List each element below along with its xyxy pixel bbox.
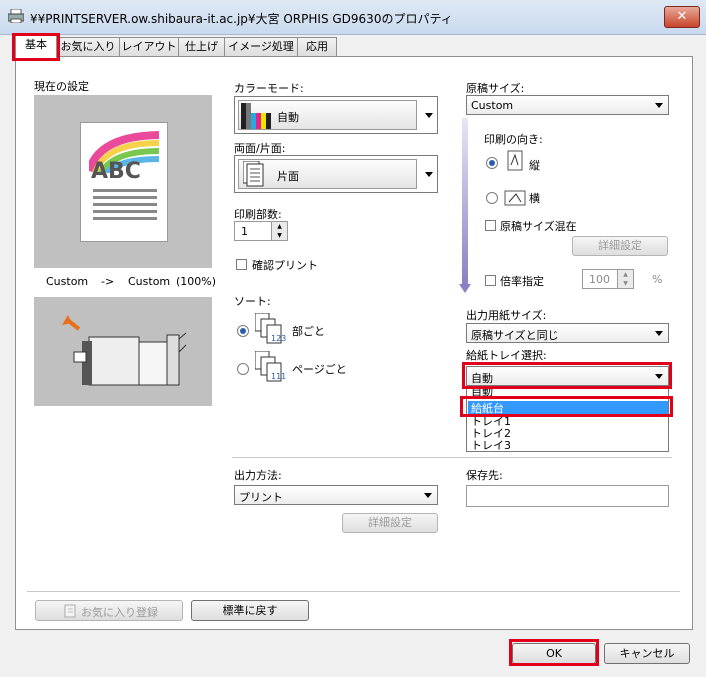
tab-basic[interactable]: 基本: [15, 35, 57, 58]
mixed-sizes-label: 原稿サイズ混在: [500, 220, 577, 233]
save-to-label: 保存先:: [466, 469, 503, 482]
orientation-portrait-radio[interactable]: [486, 157, 498, 169]
current-size-arrow: ->: [101, 275, 115, 288]
sort-collate-label: 部ごと: [292, 325, 325, 338]
output-detail-button[interactable]: 詳細設定: [342, 513, 438, 533]
close-button[interactable]: ✕: [664, 6, 700, 28]
tab-finishing[interactable]: 仕上げ: [178, 37, 225, 57]
spin-up-icon[interactable]: ▲: [271, 222, 287, 231]
duplex-select[interactable]: 片面: [234, 155, 438, 193]
original-size-label: 原稿サイズ:: [466, 82, 525, 95]
duplex-label: 両面/片面:: [234, 142, 286, 155]
original-size-value: Custom: [471, 99, 514, 112]
page-preview: ABC: [80, 122, 168, 242]
chevron-down-icon: [425, 172, 433, 177]
separator: [232, 457, 672, 458]
favorite-icon: [64, 604, 76, 618]
color-mode-select[interactable]: 自動: [234, 96, 438, 134]
tray-label: 給紙トレイ選択:: [466, 349, 547, 362]
save-to-field[interactable]: [466, 485, 669, 507]
spin-up-icon[interactable]: ▲: [617, 270, 633, 279]
paper-size-label: 出力用紙サイズ:: [466, 309, 547, 322]
zoom-value: 100: [589, 273, 610, 286]
mixed-sizes-checkbox[interactable]: [485, 220, 496, 231]
window-title: ¥¥PRINTSERVER.ow.shibaura-it.ac.jp¥大宮 OR…: [30, 12, 453, 26]
portrait-icon: [507, 150, 523, 171]
orientation-portrait-label: 縦: [529, 159, 540, 172]
current-settings-label: 現在の設定: [34, 80, 89, 93]
favorite-register-label: お気に入り登録: [81, 606, 158, 619]
chevron-down-icon: [425, 113, 433, 118]
spin-down-icon[interactable]: ▼: [271, 231, 287, 240]
color-mode-icon: [241, 103, 271, 129]
printer-preview: [34, 297, 212, 406]
duplex-value: 片面: [277, 170, 299, 183]
flow-arrow-shaft: [462, 118, 468, 286]
tray-dropdown-list: 自動 給紙台 トレイ1 トレイ2 トレイ3: [466, 388, 669, 452]
orientation-landscape-label: 横: [529, 192, 540, 205]
tab-image-processing[interactable]: イメージ処理: [224, 37, 298, 57]
current-size-from: Custom: [46, 275, 89, 288]
output-method-value: プリント: [239, 491, 283, 504]
favorite-register-button[interactable]: お気に入り登録: [35, 600, 183, 621]
svg-text:123: 123: [271, 334, 286, 343]
collate-icon: 123: [255, 313, 286, 344]
reset-defaults-button[interactable]: 標準に戻す: [191, 600, 309, 621]
printer-icon: [7, 8, 25, 24]
zoom-checkbox[interactable]: [485, 275, 496, 286]
paper-size-value: 原稿サイズと同じ: [471, 329, 559, 342]
sort-label: ソート:: [234, 295, 271, 308]
current-scale: (100%): [176, 275, 217, 288]
copies-spinner[interactable]: 1 ▲ ▼: [234, 221, 288, 241]
separator: [27, 591, 680, 592]
spin-down-icon[interactable]: ▼: [617, 279, 633, 288]
output-method-select[interactable]: プリント: [234, 485, 438, 505]
page-sort-icon: 111: [255, 351, 286, 382]
landscape-icon: [504, 190, 526, 206]
chevron-down-icon: [655, 103, 663, 108]
preview-abc-text: ABC: [91, 159, 141, 184]
tray-value: 自動: [471, 372, 493, 385]
tray-option-feed-table[interactable]: 給紙台: [468, 401, 668, 416]
zoom-label: 倍率指定: [500, 275, 544, 288]
tray-select[interactable]: 自動: [466, 366, 669, 386]
orientation-label: 印刷の向き:: [484, 133, 543, 146]
sort-page-label: ページごと: [292, 363, 347, 376]
output-method-label: 出力方法:: [234, 469, 282, 482]
printer-machine-icon: [62, 315, 187, 386]
color-mode-value: 自動: [277, 111, 299, 124]
svg-text:111: 111: [271, 372, 286, 381]
tab-advanced[interactable]: 応用: [297, 37, 337, 57]
tab-layout[interactable]: レイアウト: [119, 37, 179, 57]
sort-page-radio[interactable]: [237, 363, 249, 375]
original-size-select[interactable]: Custom: [466, 95, 669, 115]
zoom-spinner[interactable]: 100 ▲ ▼: [582, 269, 634, 289]
zoom-unit: %: [652, 273, 663, 286]
sort-collate-radio[interactable]: [237, 325, 249, 337]
copies-label: 印刷部数:: [234, 208, 282, 221]
copies-value: 1: [241, 225, 248, 238]
confirm-print-checkbox[interactable]: [236, 259, 247, 270]
arrow-down-icon: [459, 284, 471, 293]
confirm-print-label: 確認プリント: [252, 259, 318, 272]
original-detail-button[interactable]: 詳細設定: [572, 236, 668, 256]
tray-option-auto[interactable]: 自動: [468, 389, 668, 398]
tab-favorites[interactable]: お気に入り: [56, 37, 120, 57]
tray-option-tray3[interactable]: トレイ3: [468, 439, 668, 451]
chevron-down-icon: [655, 331, 663, 336]
color-mode-label: カラーモード:: [234, 82, 304, 95]
current-size-to: Custom: [128, 275, 171, 288]
chevron-down-icon: [424, 493, 432, 498]
chevron-down-icon: [655, 374, 663, 379]
single-sided-icon: [243, 161, 264, 187]
cancel-button[interactable]: キャンセル: [604, 643, 690, 664]
paper-size-select[interactable]: 原稿サイズと同じ: [466, 323, 669, 343]
orientation-landscape-radio[interactable]: [486, 192, 498, 204]
ok-button[interactable]: OK: [512, 643, 596, 664]
